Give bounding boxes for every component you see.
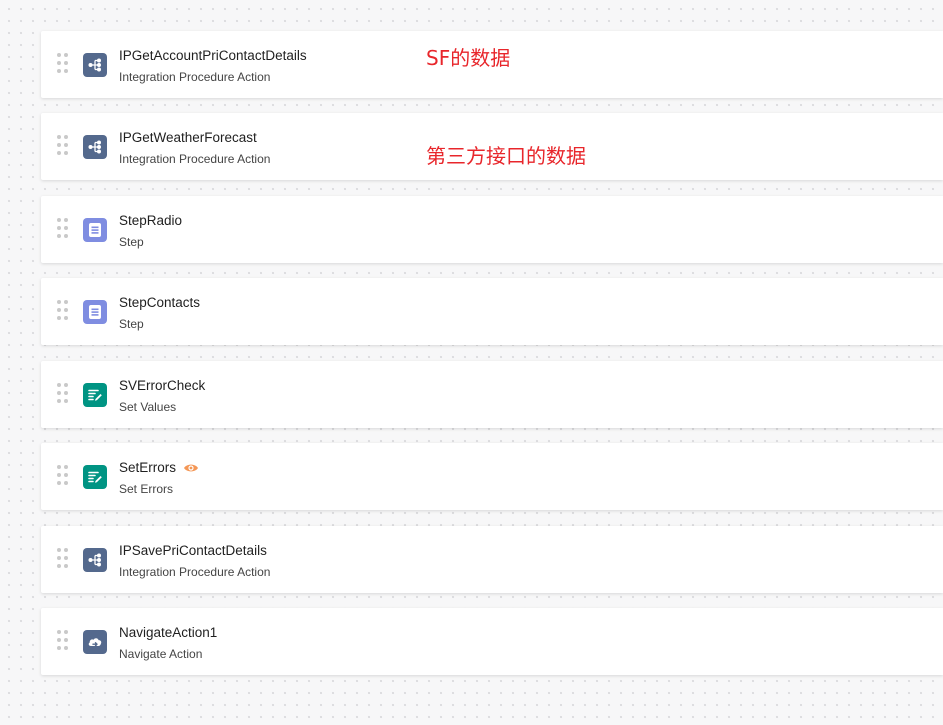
drag-handle-icon[interactable] [57, 53, 69, 75]
step-name[interactable]: StepRadio [119, 213, 182, 228]
step-type: Navigate Action [119, 647, 203, 661]
integration-procedure-icon [83, 135, 107, 159]
drag-handle-icon[interactable] [57, 383, 69, 405]
drag-handle-icon[interactable] [57, 135, 69, 157]
drag-handle-icon[interactable] [57, 465, 69, 487]
integration-procedure-icon [83, 53, 107, 77]
step-card-navigateaction1[interactable]: NavigateAction1 Navigate Action [41, 608, 943, 675]
step-name[interactable]: IPSavePriContactDetails [119, 543, 267, 558]
drag-handle-icon[interactable] [57, 630, 69, 652]
drag-handle-icon[interactable] [57, 548, 69, 570]
step-card-seterrors[interactable]: SetErrors Set Errors [41, 443, 943, 510]
step-name[interactable]: SetErrors [119, 460, 176, 475]
step-type: Integration Procedure Action [119, 565, 271, 579]
step-icon [83, 218, 107, 242]
step-type: Set Errors [119, 482, 174, 496]
navigate-icon [83, 630, 107, 654]
step-name[interactable]: IPGetWeatherForecast [119, 130, 257, 145]
annotation-sf-data: SF的数据 [426, 46, 511, 70]
step-card-stepradio[interactable]: StepRadio Step [41, 196, 943, 263]
step-type: Step [119, 317, 144, 331]
step-name[interactable]: SVErrorCheck [119, 378, 205, 393]
set-values-icon [83, 383, 107, 407]
step-name[interactable]: IPGetAccountPriContactDetails [119, 48, 307, 63]
drag-handle-icon[interactable] [57, 218, 69, 240]
drag-handle-icon[interactable] [57, 300, 69, 322]
step-type: Integration Procedure Action [119, 70, 271, 84]
set-values-icon [83, 465, 107, 489]
step-icon [83, 300, 107, 324]
step-name[interactable]: NavigateAction1 [119, 625, 217, 640]
integration-procedure-icon [83, 548, 107, 572]
step-type: Step [119, 235, 144, 249]
step-card-ipsavepricontactdetails[interactable]: IPSavePriContactDetails Integration Proc… [41, 526, 943, 593]
annotation-third-party-data: 第三方接口的数据 [426, 144, 586, 168]
step-card-stepcontacts[interactable]: StepContacts Step [41, 278, 943, 345]
step-name[interactable]: StepContacts [119, 295, 200, 310]
eye-icon[interactable] [183, 461, 199, 473]
step-card-sverrorcheck[interactable]: SVErrorCheck Set Values [41, 361, 943, 428]
step-type: Set Values [119, 400, 177, 414]
step-type: Integration Procedure Action [119, 152, 271, 166]
omniscript-canvas: IPGetAccountPriContactDetails Integratio… [0, 0, 943, 725]
